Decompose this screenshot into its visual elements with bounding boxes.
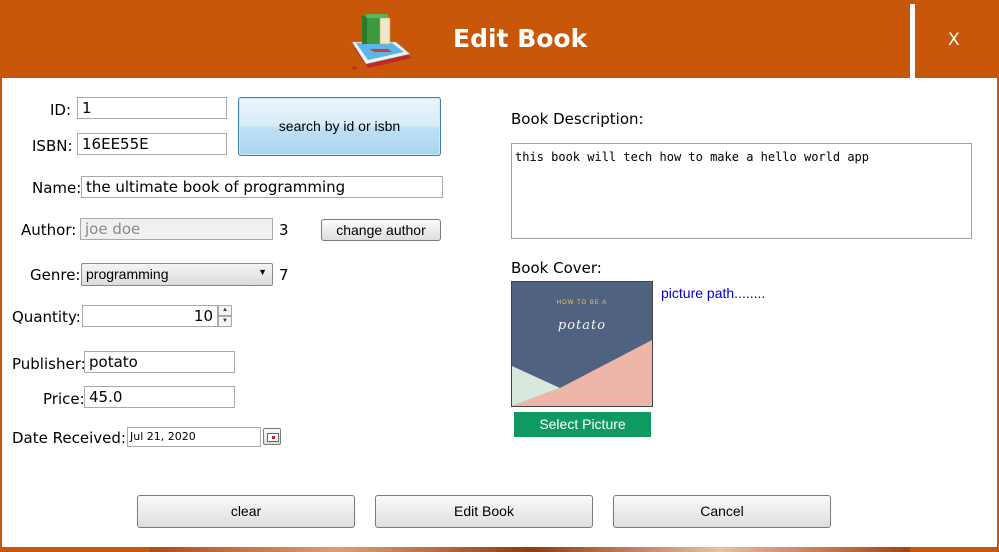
title-separator <box>910 4 915 78</box>
description-label: Book Description: <box>511 110 644 128</box>
description-textarea[interactable]: this book will tech how to make a hello … <box>511 143 972 239</box>
price-field[interactable]: 45.0 <box>84 386 235 408</box>
author-label: Author: <box>21 221 77 239</box>
picture-path: picture path........ <box>661 285 766 301</box>
book-logo-icon <box>348 12 418 75</box>
cover-label: Book Cover: <box>511 259 602 277</box>
isbn-field[interactable]: 16EE55E <box>77 133 227 155</box>
price-label: Price: <box>43 390 85 408</box>
window-border-left <box>0 78 2 552</box>
publisher-field[interactable]: potato <box>84 351 235 373</box>
genre-select[interactable]: programming ▼ <box>81 263 273 286</box>
cover-title-text: potato <box>557 318 607 333</box>
genre-value: programming <box>86 266 169 282</box>
change-author-button[interactable]: change author <box>321 219 441 241</box>
name-field[interactable]: the ultimate book of programming <box>81 176 443 198</box>
window-title: Edit Book <box>453 24 588 53</box>
name-label: Name: <box>32 179 82 197</box>
close-button[interactable]: X <box>948 30 960 50</box>
cancel-button[interactable]: Cancel <box>613 495 831 528</box>
spin-up-icon[interactable]: ▲ <box>218 305 232 316</box>
genre-id: 7 <box>279 266 289 284</box>
id-field[interactable]: 1 <box>77 97 227 119</box>
book-cover-image: HOW TO BE A potato <box>511 281 653 407</box>
date-received-field[interactable]: Jul 21, 2020 <box>127 427 261 447</box>
chevron-down-icon: ▼ <box>258 267 267 277</box>
id-label: ID: <box>50 101 72 119</box>
select-picture-button[interactable]: Select Picture <box>514 412 651 437</box>
search-button[interactable]: search by id or isbn <box>238 97 441 156</box>
quantity-label: Quantity: <box>12 308 81 326</box>
genre-label: Genre: <box>30 266 81 284</box>
spin-down-icon[interactable]: ▼ <box>218 316 232 327</box>
isbn-label: ISBN: <box>32 137 73 155</box>
author-field: joe doe <box>80 218 273 240</box>
title-bar: Edit Book X <box>0 0 999 78</box>
author-id: 3 <box>279 221 289 239</box>
quantity-stepper[interactable]: 10 <box>82 305 218 327</box>
date-received-label: Date Received: <box>12 429 126 447</box>
publisher-label: Publisher: <box>12 355 86 373</box>
calendar-icon[interactable] <box>263 428 281 445</box>
background-strip <box>150 547 910 552</box>
cover-top-text: HOW TO BE A <box>556 300 608 306</box>
edit-book-button[interactable]: Edit Book <box>375 495 593 528</box>
clear-button[interactable]: clear <box>137 495 355 528</box>
